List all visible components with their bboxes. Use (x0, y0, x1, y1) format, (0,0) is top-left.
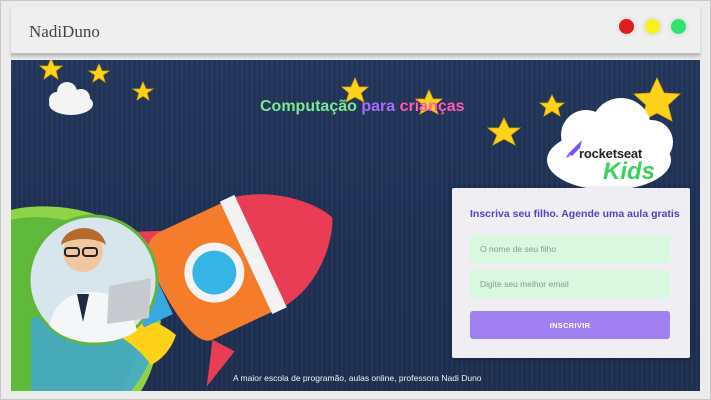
window-controls (619, 19, 686, 34)
child-name-field[interactable] (470, 235, 670, 263)
signup-form: Inscriva seu filho. Agende uma aula grat… (452, 188, 690, 358)
headline: Computação para crianças (260, 98, 465, 116)
headline-word-3: crianças (399, 98, 465, 115)
submit-button[interactable]: INSCRIVIR (470, 311, 670, 339)
cloud-icon (49, 82, 93, 115)
title-bar: NadiDuno (11, 7, 700, 55)
star-icon (38, 60, 64, 80)
star-icon (87, 62, 111, 83)
maximize-window-button[interactable] (671, 19, 686, 34)
footer-tagline: A maior escola de programão, aulas onlin… (233, 373, 482, 383)
app-title: NadiDuno (29, 22, 100, 41)
star-icon (538, 94, 566, 117)
form-title: Inscriva seu filho. Agende uma aula grat… (470, 208, 680, 220)
child-photo (27, 214, 159, 346)
email-field[interactable] (470, 270, 670, 298)
logo-kids: Kids (603, 158, 656, 185)
headline-word-1: Computação (260, 98, 357, 115)
headline-word-2: para (361, 98, 396, 115)
star-icon (486, 117, 522, 146)
hero-section: Computação para crianças rocketseat Kids… (11, 60, 700, 391)
minimize-window-button[interactable] (645, 19, 660, 34)
star-icon (131, 80, 155, 101)
browser-window: NadiDuno Computação para crianças rocket… (0, 0, 711, 400)
close-window-button[interactable] (619, 19, 634, 34)
